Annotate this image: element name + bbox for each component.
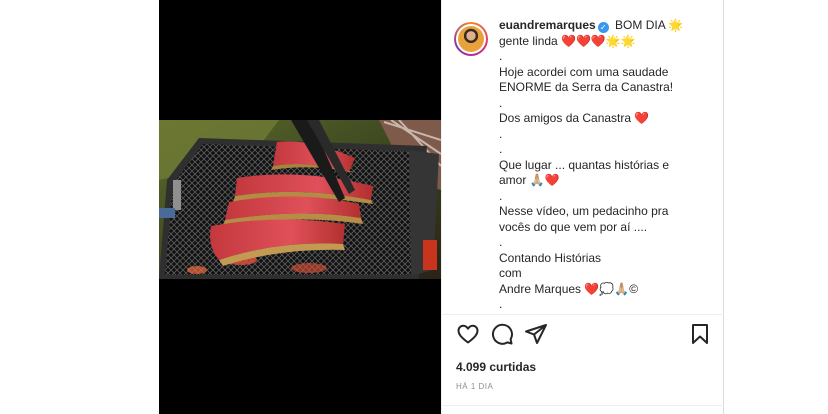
heart-icon	[457, 324, 479, 344]
like-button[interactable]	[456, 322, 480, 346]
divider	[442, 314, 724, 315]
post-video[interactable]	[159, 0, 441, 414]
caption-line: com	[499, 266, 522, 280]
caption-line: BOM DIA 🌟	[615, 18, 684, 32]
caption-line: gente linda ❤️❤️❤️🌟🌟	[499, 33, 636, 48]
caption-line: Andre Marques ❤️💭🙏🏼©	[499, 281, 639, 296]
bookmark-icon	[692, 324, 708, 344]
instagram-post: euandremarques ✓ BOM DIA 🌟 gente linda ❤️…	[159, 0, 724, 414]
avatar-image	[458, 26, 484, 52]
post-timestamp[interactable]: HÁ 1 DIA	[456, 382, 493, 391]
avatar[interactable]	[454, 22, 488, 56]
comment-icon	[491, 323, 513, 345]
caption-line: Contando Histórias	[499, 250, 602, 265]
caption-line: .	[499, 126, 503, 141]
action-bar	[456, 322, 712, 350]
caption-line: Que lugar ... quantas histórias e	[499, 157, 670, 172]
caption-text: euandremarques ✓ BOM DIA 🌟 gente linda ❤️…	[499, 18, 709, 312]
caption-line: .	[499, 188, 503, 203]
post-sidebar: euandremarques ✓ BOM DIA 🌟 gente linda ❤️…	[441, 0, 724, 414]
caption-line: Hoje acordei com uma saudade	[499, 64, 669, 79]
username-link[interactable]: euandremarques	[499, 18, 596, 32]
caption-line: .	[499, 297, 503, 311]
video-frame-grilled-meat	[159, 120, 441, 279]
caption-line: .	[499, 235, 503, 249]
caption-row: euandremarques ✓ BOM DIA 🌟 gente linda ❤️…	[454, 18, 710, 312]
caption-line: .	[499, 142, 503, 156]
comment-button[interactable]	[490, 322, 514, 346]
caption-line: ENORME da Serra da Canastra!	[499, 80, 674, 94]
share-button[interactable]	[524, 322, 548, 346]
likes-count[interactable]: 4.099 curtidas	[456, 360, 536, 374]
verified-badge-icon: ✓	[597, 22, 609, 33]
caption-line: Dos amigos da Canastra ❤️	[499, 111, 650, 125]
caption-line: .	[499, 49, 503, 63]
caption-line: amor 🙏🏼❤️	[499, 173, 560, 187]
caption-area[interactable]: euandremarques ✓ BOM DIA 🌟 gente linda ❤️…	[442, 8, 724, 312]
share-icon	[525, 324, 547, 344]
caption-line: Nesse vídeo, um pedacinho pra	[499, 204, 669, 218]
divider	[442, 405, 724, 406]
caption-line: .	[499, 95, 503, 110]
caption-line: vocês do que vem por aí ....	[499, 219, 648, 234]
save-button[interactable]	[688, 322, 712, 346]
